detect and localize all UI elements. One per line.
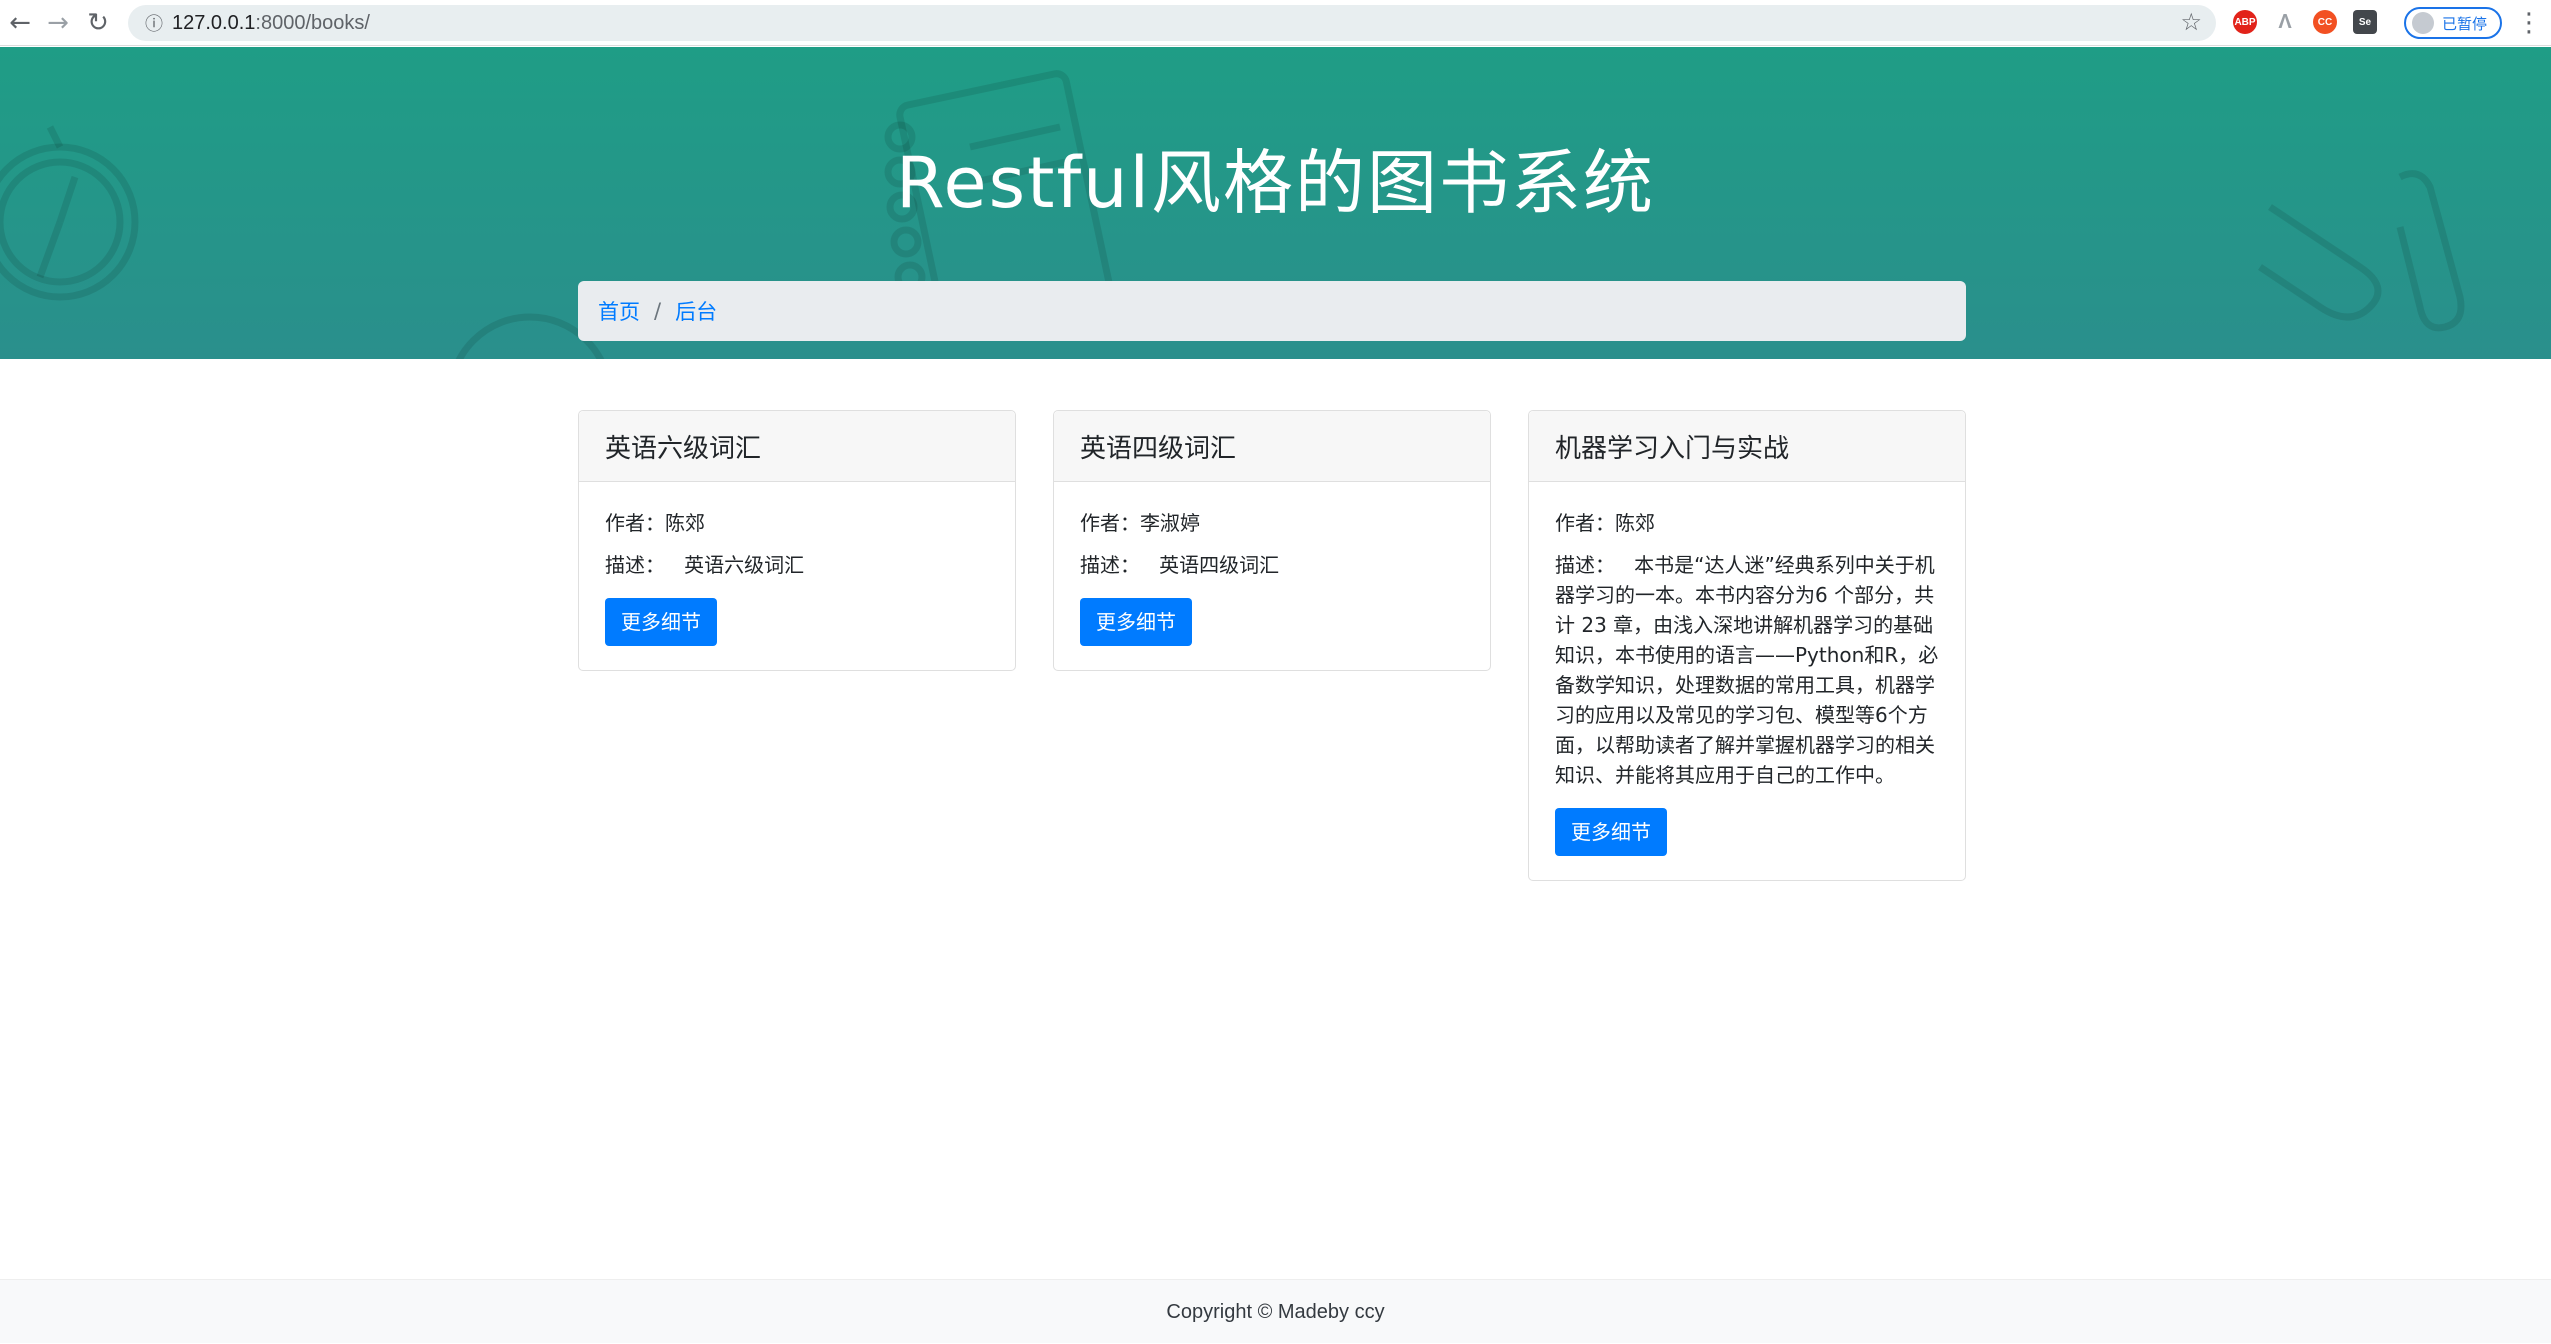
page-title: Restful风格的图书系统: [896, 142, 1655, 224]
description-label: 描述：: [1555, 553, 1615, 577]
book-card: 机器学习入门与实战 作者：陈郊 描述： 本书是“达人迷”经典系列中关于机器学习的…: [1528, 410, 1966, 881]
book-card-body: 作者：李淑婷 描述： 英语四级词汇 更多细节: [1054, 482, 1490, 670]
site-info-icon[interactable]: ⓘ: [136, 10, 172, 36]
reload-icon[interactable]: ↻: [78, 0, 118, 46]
book-description: 描述： 英语六级词汇: [605, 550, 989, 580]
breadcrumb-separator: /: [654, 299, 662, 323]
book-title: 机器学习入门与实战: [1529, 411, 1965, 482]
author-value: 陈郊: [1615, 511, 1655, 535]
bookmark-star-icon[interactable]: ☆: [2180, 8, 2202, 36]
url-host: 127.0.0.1: [172, 11, 256, 34]
more-details-button[interactable]: 更多细节: [1080, 598, 1192, 646]
author-value: 陈郊: [665, 511, 705, 535]
description-value: 本书是“达人迷”经典系列中关于机器学习的一本。本书内容分为6 个部分，共计 23…: [1555, 553, 1939, 787]
hero-banner: Restful风格的图书系统 首页 / 后台: [0, 47, 2551, 359]
book-title: 英语六级词汇: [579, 411, 1015, 482]
author-label: 作者：: [1080, 511, 1140, 535]
more-details-button[interactable]: 更多细节: [605, 598, 717, 646]
breadcrumb-home-link[interactable]: 首页: [598, 296, 640, 326]
address-bar[interactable]: ⓘ 127.0.0.1:8000/books/ ☆: [128, 5, 2216, 41]
book-author: 作者：李淑婷: [1080, 508, 1464, 538]
avatar: [2412, 12, 2434, 34]
book-description: 描述： 本书是“达人迷”经典系列中关于机器学习的一本。本书内容分为6 个部分，共…: [1555, 550, 1939, 790]
book-author: 作者：陈郊: [1555, 508, 1939, 538]
browser-toolbar: ← → ↻ ⓘ 127.0.0.1:8000/books/ ☆ ABP Λ CC…: [0, 0, 2551, 46]
book-description: 描述： 英语四级词汇: [1080, 550, 1464, 580]
profile-button[interactable]: 已暂停: [2404, 7, 2502, 39]
book-card: 英语六级词汇 作者：陈郊 描述： 英语六级词汇 更多细节: [578, 410, 1016, 671]
profile-status: 已暂停: [2442, 15, 2488, 33]
back-icon[interactable]: ←: [0, 0, 40, 46]
cc-extension-icon[interactable]: CC: [2313, 10, 2337, 34]
author-value: 李淑婷: [1140, 511, 1200, 535]
description-label: 描述：: [605, 553, 665, 577]
copyright-text: Copyright © Madeby ccy: [1166, 1301, 1385, 1323]
address-url[interactable]: 127.0.0.1:8000/books/: [172, 12, 370, 35]
description-label: 描述：: [1080, 553, 1140, 577]
more-details-button[interactable]: 更多细节: [1555, 808, 1667, 856]
book-title: 英语四级词汇: [1054, 411, 1490, 482]
url-path: :8000/books/: [255, 11, 370, 34]
author-label: 作者：: [605, 511, 665, 535]
footer: Copyright © Madeby ccy: [0, 1279, 2551, 1343]
book-card-body: 作者：陈郊 描述： 本书是“达人迷”经典系列中关于机器学习的一本。本书内容分为6…: [1529, 482, 1965, 880]
browser-menu-icon[interactable]: ⋮: [2516, 8, 2542, 38]
book-card-body: 作者：陈郊 描述： 英语六级词汇 更多细节: [579, 482, 1015, 670]
book-card: 英语四级词汇 作者：李淑婷 描述： 英语四级词汇 更多细节: [1053, 410, 1491, 671]
author-label: 作者：: [1555, 511, 1615, 535]
selenium-extension-icon[interactable]: Se: [2353, 10, 2377, 34]
breadcrumb: 首页 / 后台: [578, 281, 1966, 341]
description-value: 英语四级词汇: [1159, 553, 1280, 577]
book-author: 作者：陈郊: [605, 508, 989, 538]
adblock-extension-icon[interactable]: ABP: [2233, 10, 2257, 34]
breadcrumb-admin-link[interactable]: 后台: [675, 296, 717, 326]
forward-icon[interactable]: →: [38, 0, 78, 46]
description-value: 英语六级词汇: [684, 553, 805, 577]
extension-icon[interactable]: Λ: [2273, 10, 2297, 34]
